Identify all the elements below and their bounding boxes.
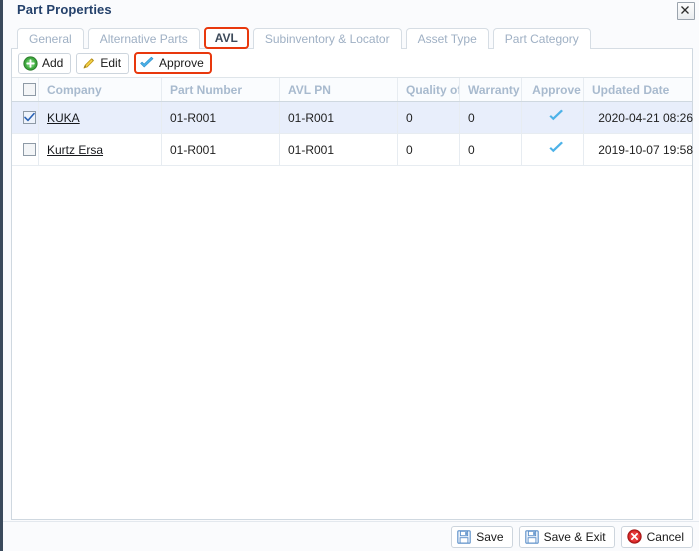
tab-label: Part Category [504, 32, 579, 46]
column-header-part-number[interactable]: Part Number [162, 78, 280, 101]
row-checkbox[interactable] [22, 143, 36, 156]
tab-label: Asset Type [417, 32, 477, 46]
column-header-warranty[interactable]: Warranty ( [460, 78, 522, 101]
approve-button[interactable]: Approve [134, 52, 212, 74]
cell-warranty: 0 [460, 102, 522, 133]
part-properties-dialog: Part Properties General Alternative Part… [0, 0, 699, 551]
select-all-checkbox[interactable] [22, 83, 36, 96]
company-link[interactable]: Kurtz Ersa [47, 143, 103, 157]
dialog-footer: Save Save & Exit Cancel [3, 521, 699, 551]
cell-avl-pn: 01-R001 [280, 134, 398, 165]
floppy-disk-icon [524, 529, 539, 544]
tab-label: Subinventory & Locator [264, 32, 390, 46]
check-icon [548, 141, 565, 159]
cancel-button[interactable]: Cancel [620, 525, 693, 548]
grid-toolbar: Add Edit Approve [12, 49, 692, 78]
cell-updated-date: 2020-04-21 08:26 [584, 102, 699, 133]
column-header-quality[interactable]: Quality of [398, 78, 460, 101]
column-header-avl-pn[interactable]: AVL PN [280, 78, 398, 101]
cell-approve [522, 134, 584, 165]
tab-label: General [29, 32, 72, 46]
edit-button-label: Edit [100, 56, 122, 70]
select-all-header[interactable] [12, 78, 39, 101]
save-and-exit-button-label: Save & Exit [543, 529, 606, 544]
company-link[interactable]: KUKA [47, 111, 80, 125]
column-header-approve[interactable]: Approve [522, 78, 584, 101]
approve-button-label: Approve [159, 56, 204, 70]
dialog-titlebar: Part Properties [3, 0, 699, 21]
edit-button[interactable]: Edit [76, 52, 130, 74]
add-button-label: Add [42, 56, 64, 70]
tab-list: General Alternative Parts AVL Subinvento… [11, 27, 591, 49]
grid-header-row: Company Part Number AVL PN Quality of Wa… [12, 78, 692, 102]
cell-avl-pn: 01-R001 [280, 102, 398, 133]
cell-company: KUKA [39, 102, 162, 133]
tab-part-category[interactable]: Part Category [492, 28, 591, 49]
tab-alternative-parts[interactable]: Alternative Parts [87, 28, 200, 49]
plus-circle-icon [23, 55, 38, 71]
dialog-title: Part Properties [17, 2, 112, 17]
cell-part-number: 01-R001 [162, 102, 280, 133]
tab-subinventory-locator[interactable]: Subinventory & Locator [252, 28, 402, 49]
tab-label: AVL [214, 31, 238, 45]
save-button-label: Save [476, 529, 504, 544]
cell-updated-date: 2019-10-07 19:58 [584, 134, 699, 165]
cell-quality: 0 [398, 134, 460, 165]
table-row[interactable]: Kurtz Ersa 01-R001 01-R001 0 0 2019-10-0… [12, 134, 693, 166]
add-button[interactable]: Add [18, 52, 72, 74]
error-circle-icon [626, 529, 642, 544]
tab-label: Alternative Parts [99, 32, 188, 46]
row-select-cell[interactable] [12, 134, 39, 165]
save-button[interactable]: Save [451, 525, 513, 548]
row-checkbox[interactable] [22, 111, 36, 124]
tab-content-panel: Add Edit Approve Company Part Number AVL… [11, 49, 693, 520]
tab-avl[interactable]: AVL [203, 27, 249, 49]
tab-general[interactable]: General [17, 28, 84, 49]
cell-quality: 0 [398, 102, 460, 133]
table-row[interactable]: KUKA 01-R001 01-R001 0 0 2020-04-21 08:2… [12, 102, 693, 134]
save-and-exit-button[interactable]: Save & Exit [518, 525, 615, 548]
column-header-updated-date[interactable]: Updated Date [584, 78, 699, 101]
tab-strip: General Alternative Parts AVL Subinvento… [11, 22, 693, 50]
check-icon [548, 109, 565, 127]
tab-asset-type[interactable]: Asset Type [405, 28, 489, 49]
pencil-icon [81, 56, 96, 71]
cancel-button-label: Cancel [646, 529, 684, 544]
floppy-disk-icon [457, 529, 471, 544]
cell-warranty: 0 [460, 134, 522, 165]
cell-approve [522, 102, 584, 133]
row-select-cell[interactable] [12, 102, 39, 133]
check-icon [139, 56, 155, 71]
cell-part-number: 01-R001 [162, 134, 280, 165]
close-icon[interactable] [677, 2, 695, 20]
column-header-company[interactable]: Company [39, 78, 162, 101]
cell-company: Kurtz Ersa [39, 134, 162, 165]
avl-grid: Company Part Number AVL PN Quality of Wa… [12, 78, 693, 518]
